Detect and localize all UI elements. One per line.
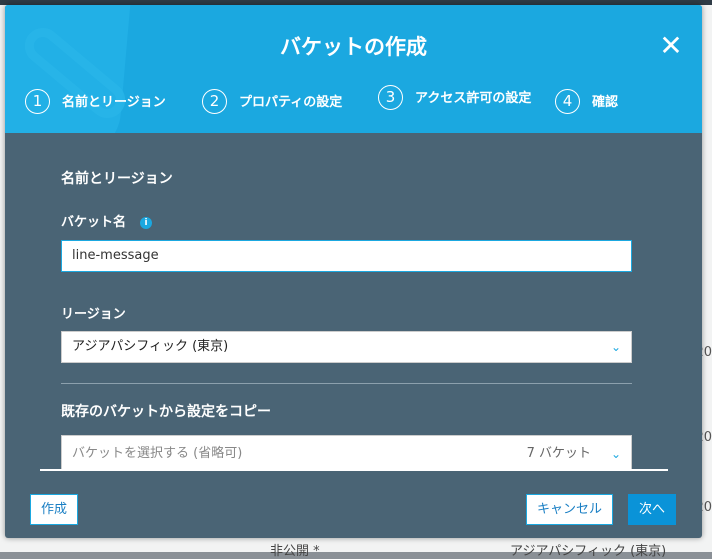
- step-number: 2: [202, 89, 227, 114]
- step-label: 名前とリージョン: [62, 95, 166, 110]
- background-access: 非公開 *: [270, 544, 320, 559]
- copy-settings-title: 既存のバケットから設定をコピー: [61, 404, 271, 420]
- dialog-title: バケットの作成: [280, 35, 427, 59]
- region-value: アジアパシフィック (東京): [72, 339, 229, 354]
- create-bucket-dialog: バケットの作成 ✕ 1 名前とリージョン 2 プロパティの設定 3 アクセス許可の設定…: [5, 5, 702, 538]
- step-number: 1: [25, 89, 50, 114]
- scroll-boundary: [40, 469, 668, 471]
- step-number: 4: [555, 89, 580, 114]
- step-review[interactable]: 4 確認: [555, 89, 618, 114]
- bucket-name-label: バケット名: [61, 215, 127, 230]
- dialog-header: バケットの作成 ✕ 1 名前とリージョン 2 プロパティの設定 3 アクセス許可の設定…: [5, 5, 702, 133]
- close-icon[interactable]: ✕: [658, 32, 684, 60]
- step-number: 3: [378, 85, 403, 110]
- step-properties[interactable]: 2 プロパティの設定: [202, 89, 342, 114]
- bucket-count: 7 バケット: [526, 446, 591, 461]
- bucket-name-input[interactable]: line-message: [61, 240, 632, 272]
- chevron-down-icon: ⌄: [610, 447, 621, 461]
- section-title: 名前とリージョン: [61, 171, 173, 187]
- step-label: 確認: [592, 95, 619, 110]
- region-label: リージョン: [61, 307, 126, 322]
- copy-bucket-placeholder: バケットを選択する (省略可): [72, 446, 243, 461]
- copy-bucket-select[interactable]: バケットを選択する (省略可) 7 バケット ⌄: [61, 435, 632, 470]
- info-icon[interactable]: i: [140, 217, 153, 229]
- divider: [61, 383, 632, 384]
- dialog-body: 名前とリージョン バケット名 i line-message リージョン アジアパシ…: [5, 133, 702, 470]
- background-region: アジアパシフィック (東京): [510, 544, 667, 559]
- step-label: アクセス許可の設定: [415, 91, 532, 106]
- step-name-region[interactable]: 1 名前とリージョン: [25, 89, 166, 114]
- region-select[interactable]: アジアパシフィック (東京) ⌄: [61, 331, 632, 363]
- bucket-name-label-row: バケット名 i: [61, 211, 153, 230]
- chevron-down-icon: ⌄: [610, 340, 621, 354]
- step-label: プロパティの設定: [239, 95, 343, 110]
- next-button[interactable]: 次へ: [628, 494, 677, 525]
- create-button[interactable]: 作成: [30, 494, 79, 525]
- cancel-button[interactable]: キャンセル: [526, 494, 614, 525]
- step-permissions[interactable]: 3 アクセス許可の設定: [378, 85, 533, 110]
